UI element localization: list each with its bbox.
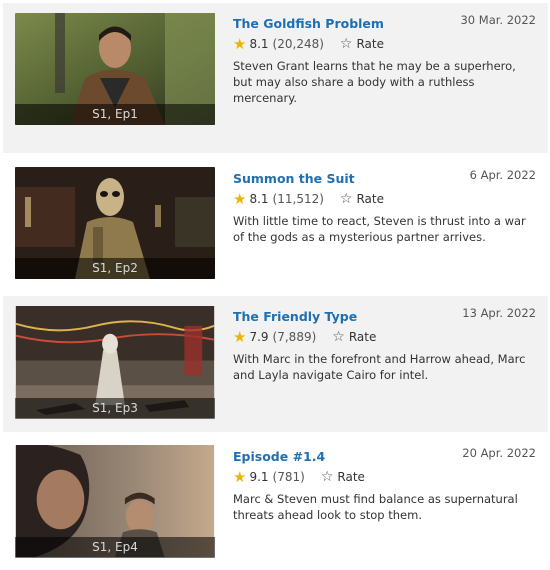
episode-thumbnail[interactable]: S1, Ep2 (15, 167, 215, 279)
episode-info: The Friendly Type 13 Apr. 2022 ★ 7.9 (7,… (233, 306, 536, 383)
episode-airdate: 20 Apr. 2022 (462, 446, 536, 460)
rate-button[interactable]: ☆ Rate (321, 470, 365, 484)
rating-score: 8.1 (249, 192, 269, 206)
rating-score: 7.9 (249, 330, 269, 344)
episode-title-link[interactable]: The Friendly Type (233, 309, 357, 324)
rating-votes: (20,248) (272, 37, 324, 51)
rating-row: ★ 7.9 (7,889) ☆ Rate (233, 326, 536, 348)
title-row: Episode #1.4 20 Apr. 2022 (233, 446, 536, 464)
rating-score: 8.1 (249, 37, 269, 51)
episode-airdate: 30 Mar. 2022 (460, 13, 536, 27)
rating-row: ★ 8.1 (11,512) ☆ Rate (233, 188, 536, 210)
episode-thumbnail[interactable]: S1, Ep3 (15, 306, 215, 419)
episode-description: Marc & Steven must find balance as super… (233, 492, 518, 522)
rating-score: 9.1 (249, 470, 269, 484)
episode-title-link[interactable]: Episode #1.4 (233, 449, 325, 464)
episode-number-label: S1, Ep3 (15, 398, 215, 419)
rating-row: ★ 9.1 (781) ☆ Rate (233, 466, 536, 488)
episode-info: Episode #1.4 20 Apr. 2022 ★ 9.1 (781) ☆ … (233, 446, 536, 523)
star-filled-icon: ★ (233, 189, 247, 208)
episode-thumbnail[interactable]: S1, Ep4 (15, 445, 215, 558)
rate-label: Rate (356, 192, 384, 206)
rating-votes: (781) (272, 470, 305, 484)
star-outline-icon: ☆ (320, 469, 334, 485)
episode-description: With little time to react, Steven is thr… (233, 214, 526, 244)
episode-number-label: S1, Ep4 (15, 537, 215, 558)
rate-button[interactable]: ☆ Rate (340, 192, 384, 206)
episode-item: S1, Ep1 The Goldfish Problem 30 Mar. 202… (3, 3, 548, 153)
rate-label: Rate (348, 330, 377, 344)
episode-info: Summon the Suit 6 Apr. 2022 ★ 8.1 (11,51… (233, 168, 536, 245)
star-outline-icon: ☆ (339, 191, 353, 207)
episode-item: S1, Ep4 Episode #1.4 20 Apr. 2022 ★ 9.1 … (3, 436, 548, 568)
episode-info: The Goldfish Problem 30 Mar. 2022 ★ 8.1 … (233, 13, 536, 106)
episode-item: S1, Ep3 The Friendly Type 13 Apr. 2022 ★… (3, 296, 548, 432)
rate-button[interactable]: ☆ Rate (340, 37, 384, 51)
rating-votes: (11,512) (272, 192, 324, 206)
episode-description: Steven Grant learns that he may be a sup… (233, 59, 516, 105)
episode-thumbnail[interactable]: S1, Ep1 (15, 13, 215, 125)
episode-title-link[interactable]: The Goldfish Problem (233, 16, 384, 31)
title-row: Summon the Suit 6 Apr. 2022 (233, 168, 536, 186)
star-filled-icon: ★ (233, 327, 247, 346)
rate-button[interactable]: ☆ Rate (332, 330, 376, 344)
episode-description: With Marc in the forefront and Harrow ah… (233, 352, 526, 382)
star-filled-icon: ★ (233, 34, 247, 53)
star-outline-icon: ☆ (339, 36, 353, 52)
rating-row: ★ 8.1 (20,248) ☆ Rate (233, 33, 536, 55)
episode-airdate: 6 Apr. 2022 (469, 168, 536, 182)
star-filled-icon: ★ (233, 467, 247, 486)
title-row: The Goldfish Problem 30 Mar. 2022 (233, 13, 536, 31)
episode-title-link[interactable]: Summon the Suit (233, 171, 355, 186)
episode-number-label: S1, Ep1 (15, 104, 215, 125)
episode-item: S1, Ep2 Summon the Suit 6 Apr. 2022 ★ 8.… (3, 158, 548, 291)
rate-label: Rate (356, 37, 384, 51)
rate-label: Rate (337, 470, 365, 484)
episode-airdate: 13 Apr. 2022 (462, 306, 536, 320)
episode-list: S1, Ep1 The Goldfish Problem 30 Mar. 202… (0, 0, 550, 570)
star-outline-icon: ☆ (332, 329, 345, 345)
title-row: The Friendly Type 13 Apr. 2022 (233, 306, 536, 324)
episode-number-label: S1, Ep2 (15, 258, 215, 279)
rating-votes: (7,889) (272, 330, 317, 344)
